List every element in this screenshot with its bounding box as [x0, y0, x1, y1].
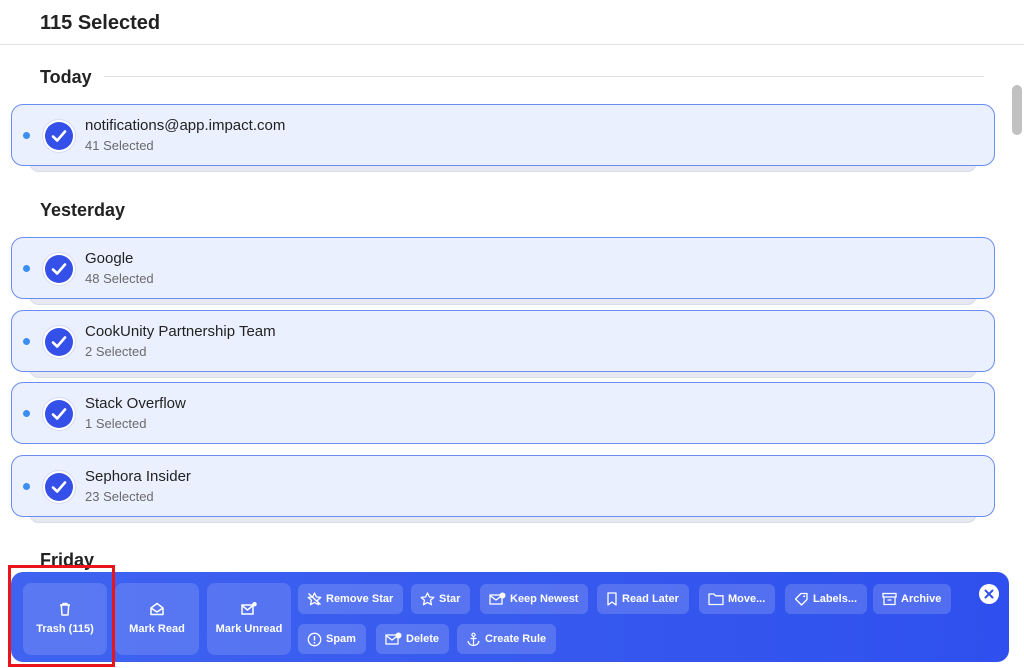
scrollbar-thumb[interactable]	[1012, 85, 1022, 135]
read-later-button[interactable]: Read Later	[597, 584, 689, 614]
spam-button[interactable]: Spam	[298, 624, 366, 654]
remove-star-button[interactable]: Remove Star	[298, 584, 404, 614]
select-checkbox[interactable]	[42, 325, 76, 359]
header: 115 Selected	[0, 0, 1024, 45]
star-label: Star	[439, 593, 461, 605]
keep-newest-label: Keep Newest	[510, 593, 579, 605]
selected-count: 2 Selected	[85, 344, 147, 359]
envelope-open-icon	[115, 601, 199, 619]
tag-icon	[794, 592, 808, 606]
mark-unread-label: Mark Unread	[215, 623, 283, 635]
anchor-icon	[467, 632, 480, 646]
unread-dot	[23, 483, 30, 490]
archive-label: Archive	[901, 593, 942, 605]
select-checkbox[interactable]	[42, 470, 76, 504]
sender-name: CookUnity Partnership Team	[85, 323, 276, 340]
bookmark-icon	[607, 592, 617, 606]
section-title-today: Today	[40, 67, 92, 87]
star-button[interactable]: Star	[411, 584, 471, 614]
selected-count: 41 Selected	[85, 138, 154, 153]
selected-count: 48 Selected	[85, 271, 154, 286]
mark-read-button[interactable]: Mark Read	[115, 583, 199, 655]
spam-label: Spam	[326, 633, 356, 645]
unread-dot	[23, 132, 30, 139]
mail-badge-icon	[489, 592, 506, 605]
select-checkbox[interactable]	[42, 252, 76, 286]
close-toolbar-button[interactable]	[979, 584, 999, 604]
highlight-box	[8, 565, 115, 667]
archive-icon	[882, 592, 897, 606]
labels-label: Labels...	[813, 593, 858, 605]
select-checkbox[interactable]	[42, 397, 76, 431]
sender-name: Stack Overflow	[85, 395, 186, 412]
archive-button[interactable]: Archive	[873, 584, 952, 614]
check-icon	[45, 400, 73, 428]
selected-count: 23 Selected	[85, 489, 154, 504]
sender-card[interactable]: Google 48 Selected	[11, 237, 995, 299]
sender-card[interactable]: CookUnity Partnership Team 2 Selected	[11, 310, 995, 372]
mark-unread-button[interactable]: Mark Unread	[207, 583, 291, 655]
mark-read-label: Mark Read	[129, 623, 185, 635]
section-title-yesterday: Yesterday	[40, 200, 126, 220]
move-button[interactable]: Move...	[699, 584, 776, 614]
unread-dot	[23, 265, 30, 272]
sender-group[interactable]: CookUnity Partnership Team 2 Selected	[11, 310, 995, 378]
sender-card[interactable]: Stack Overflow 1 Selected	[11, 382, 995, 444]
unread-dot	[23, 338, 30, 345]
check-icon	[45, 328, 73, 356]
sender-group[interactable]: notifications@app.impact.com 41 Selected	[11, 104, 995, 172]
labels-button[interactable]: Labels...	[785, 584, 868, 614]
sender-group[interactable]: Stack Overflow 1 Selected	[11, 382, 995, 444]
sender-card[interactable]: notifications@app.impact.com 41 Selected	[11, 104, 995, 166]
selected-count: 1 Selected	[85, 416, 147, 431]
delete-button[interactable]: Delete	[376, 624, 450, 654]
select-checkbox[interactable]	[42, 119, 76, 153]
delete-label: Delete	[406, 633, 440, 645]
read-later-label: Read Later	[622, 593, 679, 605]
star-icon	[420, 592, 435, 606]
star-off-icon	[307, 592, 322, 606]
sender-group[interactable]: Google 48 Selected	[11, 237, 995, 305]
sender-name: Google	[85, 250, 134, 267]
check-icon	[45, 473, 73, 501]
alert-circle-icon	[307, 632, 322, 646]
sender-name: Sephora Insider	[85, 468, 191, 485]
check-icon	[45, 122, 73, 150]
sender-card[interactable]: Sephora Insider 23 Selected	[11, 455, 995, 517]
envelope-dot-icon	[207, 601, 291, 619]
remove-star-label: Remove Star	[326, 593, 394, 605]
selection-count-title: 115 Selected	[40, 12, 161, 34]
create-rule-label: Create Rule	[485, 633, 547, 645]
folder-icon	[708, 593, 724, 606]
section-divider	[104, 76, 984, 77]
bulk-action-toolbar: Trash (115) Mark Read Mark Unread Remove…	[11, 572, 1009, 662]
move-label: Move...	[728, 593, 766, 605]
close-icon	[984, 589, 994, 599]
page: 115 Selected Today notifications@app.imp…	[0, 0, 1024, 668]
sender-group[interactable]: Sephora Insider 23 Selected	[11, 455, 995, 523]
keep-newest-button[interactable]: Keep Newest	[480, 584, 589, 614]
sender-name: notifications@app.impact.com	[85, 117, 286, 134]
mail-delete-icon	[385, 632, 402, 645]
create-rule-button[interactable]: Create Rule	[457, 624, 557, 654]
unread-dot	[23, 410, 30, 417]
check-icon	[45, 255, 73, 283]
